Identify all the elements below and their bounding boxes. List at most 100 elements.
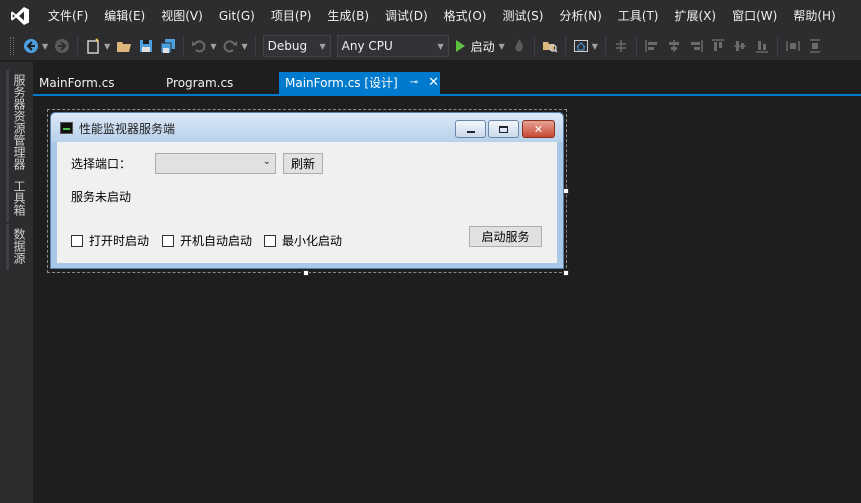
chevron-down-icon: ▼ [437,41,444,51]
toolbar-separator [254,37,256,55]
maximize-button[interactable] [488,120,519,138]
checkbox-box [71,234,83,247]
side-tab-server-explorer[interactable]: 服务器资源管理器 [6,70,28,176]
home-dropdown-icon[interactable]: ▼ [592,42,598,51]
solution-platform-select[interactable]: Any CPU ▼ [336,35,449,57]
menu-bar: 文件(F) 编辑(E) 视图(V) Git(G) 项目(P) 生成(B) 调试(… [0,0,861,32]
start-service-button[interactable]: 启动服务 [469,226,542,247]
align-to-grid-icon[interactable] [612,37,630,55]
open-folder-icon[interactable] [115,37,133,55]
menu-project[interactable]: 项目(P) [263,0,320,32]
minimize-button[interactable] [455,120,486,138]
tab-mainform-cs[interactable]: MainForm.cs [33,72,160,94]
undo-icon[interactable] [190,37,208,55]
align-rights-icon[interactable] [687,37,705,55]
forward-icon[interactable] [53,37,71,55]
menu-view[interactable]: 视图(V) [153,0,211,32]
start-debugging-button[interactable]: 启动 [455,38,495,55]
close-icon[interactable]: ✕ [428,72,439,94]
checkbox-label: 打开时启动 [89,234,150,248]
autostart-on-boot-checkbox[interactable]: 开机自动启动 [162,232,252,249]
start-service-label: 启动服务 [481,230,530,244]
chevron-down-icon: ⌄ [262,156,271,167]
menu-file[interactable]: 文件(F) [40,0,96,32]
toolbar-separator [604,37,606,55]
toolbar-grip[interactable] [10,37,14,55]
standard-toolbar: ▼ ▼ ▼ ▼ Debug ▼ Any CPU ▼ 启动 ▼ ▼ [0,32,861,60]
save-icon[interactable] [137,37,155,55]
align-centers-icon[interactable] [665,37,683,55]
start-on-open-checkbox[interactable]: 打开时启动 [71,232,149,249]
solution-configuration-select[interactable]: Debug ▼ [262,35,331,57]
toolbar-separator [77,37,79,55]
port-select[interactable]: ⌄ [155,153,276,174]
close-button[interactable]: ✕ [522,120,555,138]
new-dropdown-icon[interactable]: ▼ [104,42,110,51]
menu-extensions[interactable]: 扩展(X) [666,0,724,32]
tab-program-cs[interactable]: Program.cs [160,72,279,94]
toolbar-separator [635,37,637,55]
toolbar-separator [564,37,566,55]
redo-icon[interactable] [221,37,239,55]
checkbox-label: 最小化启动 [282,234,343,248]
resize-handle-bottom-right[interactable] [563,270,569,276]
find-in-files-icon[interactable] [541,37,559,55]
start-dropdown-icon[interactable]: ▼ [499,42,505,51]
side-tab-label: 工具箱 [12,180,26,216]
menu-debug[interactable]: 调试(D) [377,0,436,32]
checkbox-box [162,234,174,247]
checkbox-label: 开机自动启动 [180,234,253,248]
side-tab-toolbox[interactable]: 工具箱 [6,176,28,222]
toolbar-separator [533,37,535,55]
start-minimized-checkbox[interactable]: 最小化启动 [264,232,342,249]
menu-analyze[interactable]: 分析(N) [551,0,609,32]
toolbar-separator [776,37,778,55]
home-icon[interactable] [572,37,590,55]
visual-studio-logo-icon[interactable] [4,0,36,32]
side-tab-label: 数据源 [12,228,26,264]
make-same-width-icon[interactable] [784,37,802,55]
tab-mainform-design[interactable]: MainForm.cs [设计] ⊸ ✕ [279,72,440,94]
play-icon [455,40,465,52]
save-all-icon[interactable] [159,37,177,55]
menu-window[interactable]: 窗口(W) [724,0,785,32]
menu-edit[interactable]: 编辑(E) [96,0,153,32]
menu-tools[interactable]: 工具(T) [610,0,667,32]
menu-git[interactable]: Git(G) [211,0,263,32]
hot-reload-icon[interactable] [510,37,528,55]
monitor-icon [60,122,73,134]
pin-icon[interactable]: ⊸ [410,72,418,94]
main-form-window[interactable]: 性能监视器服务端 ✕ 选择端口： ⌄ 刷新 服务未启动 打开时启动 开机自动启动 [50,112,564,269]
align-middles-icon[interactable] [731,37,749,55]
align-bottoms-icon[interactable] [753,37,771,55]
menu-test[interactable]: 测试(S) [494,0,551,32]
side-tab-label: 服务器资源管理器 [12,74,26,170]
back-dropdown-icon[interactable]: ▼ [42,42,48,51]
form-title: 性能监视器服务端 [79,122,176,136]
form-title-bar[interactable]: 性能监视器服务端 ✕ [51,113,563,142]
configuration-value: Debug [267,39,308,53]
close-icon: ✕ [533,122,544,136]
menu-format[interactable]: 格式(O) [436,0,495,32]
toolbar-separator [183,37,185,55]
tab-label: MainForm.cs [39,76,115,90]
new-project-icon[interactable] [84,37,102,55]
menu-help[interactable]: 帮助(H) [785,0,843,32]
minimize-icon [466,131,475,133]
service-status-text: 服务未启动 [71,190,132,204]
align-tops-icon[interactable] [709,37,727,55]
side-tab-data-sources[interactable]: 数据源 [6,224,28,270]
undo-dropdown-icon[interactable]: ▼ [210,42,216,51]
resize-handle-bottom[interactable] [303,270,309,276]
maximize-icon [499,125,508,133]
back-icon[interactable] [22,37,40,55]
side-tool-strip: 服务器资源管理器 工具箱 数据源 [0,62,33,503]
menu-build[interactable]: 生成(B) [319,0,377,32]
port-label: 选择端口： [71,157,132,171]
align-lefts-icon[interactable] [643,37,661,55]
redo-dropdown-icon[interactable]: ▼ [241,42,247,51]
start-label: 启动 [470,39,495,54]
platform-value: Any CPU [341,39,393,53]
refresh-button[interactable]: 刷新 [283,153,323,174]
make-same-height-icon[interactable] [806,37,824,55]
